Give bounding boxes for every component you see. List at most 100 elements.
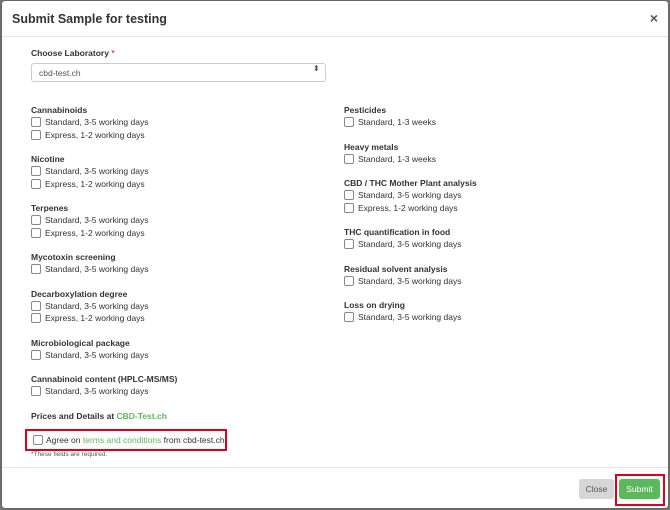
test-group-title: THC quantification in food [344, 227, 451, 237]
prices-details: Prices and Details at CBD-Test.ch [31, 411, 167, 421]
test-option-label: Standard, 3-5 working days [45, 300, 149, 311]
test-option[interactable]: Express, 1-2 working days [31, 178, 177, 192]
test-group-title: Residual solvent analysis [344, 263, 448, 274]
laboratory-selected-value: cbd-test.ch [39, 68, 81, 78]
test-group: Terpenes Standard, 3-5 working days Expres… [31, 201, 177, 240]
submit-button[interactable]: Submit [619, 479, 660, 499]
test-option-checkbox[interactable] [344, 312, 354, 322]
test-group-title: Terpenes [31, 203, 69, 213]
submit-sample-modal: Submit Sample for testing × Choose Labor… [2, 1, 668, 508]
test-option[interactable]: Standard, 3-5 working days [31, 300, 177, 314]
test-group-title: Nicotine [31, 154, 65, 164]
close-icon[interactable]: × [650, 10, 658, 26]
test-option-checkbox[interactable] [344, 117, 354, 127]
required-mark: * [111, 48, 115, 58]
right-test-column: Pesticides Standard, 1-3 weeks Heavy metal… [344, 103, 477, 335]
close-button[interactable]: Close [579, 479, 614, 499]
test-option[interactable]: Express, 1-2 working days [344, 202, 477, 216]
test-group-title: Mycotoxin screening [31, 252, 116, 262]
test-option[interactable]: Standard, 3-5 working days [31, 264, 177, 277]
test-option[interactable]: Standard, 3-5 working days [344, 312, 477, 325]
test-group: Heavy metals Standard, 1-3 weeks [344, 140, 477, 167]
test-option[interactable]: Express, 1-2 working days [31, 129, 177, 143]
test-option-label: Express, 1-2 working days [45, 313, 145, 323]
test-group-title: Cannabinoid content (HPLC-MS/MS) [31, 374, 178, 384]
test-option-checkbox[interactable] [31, 300, 41, 311]
test-option[interactable]: Standard, 3-5 working days [31, 166, 177, 179]
test-option-label: Express, 1-2 working days [358, 202, 458, 213]
test-option-label: Standard, 3-5 working days [45, 386, 149, 396]
test-option-checkbox[interactable] [31, 227, 41, 238]
test-option[interactable]: Standard, 3-5 working days [31, 117, 177, 130]
laboratory-select[interactable]: cbd-test.ch ⬍ [31, 63, 326, 82]
test-option-label: Express, 1-2 working days [45, 227, 145, 238]
agree-prefix: Agree on [46, 435, 83, 445]
test-group: Pesticides Standard, 1-3 weeks [344, 103, 477, 130]
test-option-checkbox[interactable] [31, 178, 41, 189]
test-option[interactable]: Standard, 1-3 weeks [344, 117, 477, 130]
left-test-column: Cannabinoids Standard, 3-5 working days Ex… [31, 103, 177, 409]
test-group-title: CBD / THC Mother Plant analysis [344, 178, 477, 188]
test-option-label: Standard, 3-5 working days [358, 190, 462, 200]
agree-terms-label: Agree on terms and conditions from cbd-t… [46, 435, 225, 445]
test-option-checkbox[interactable] [31, 349, 41, 360]
test-option-label: Standard, 1-3 weeks [358, 117, 436, 127]
test-option-checkbox[interactable] [31, 215, 41, 225]
agree-suffix: from cbd-test.ch [161, 435, 225, 445]
test-option[interactable]: Standard, 3-5 working days [31, 215, 177, 228]
test-option-checkbox[interactable] [31, 129, 41, 140]
test-option[interactable]: Standard, 3-5 working days [344, 190, 477, 203]
agree-terms-highlight: Agree on terms and conditions from cbd-t… [25, 429, 227, 451]
test-option-label: Standard, 3-5 working days [358, 239, 462, 249]
test-group: CBD / THC Mother Plant analysis Standard,… [344, 176, 477, 215]
test-group-title: Cannabinoids [31, 105, 88, 115]
test-group-title: Heavy metals [344, 141, 399, 152]
modal-header: Submit Sample for testing × [2, 1, 668, 37]
test-group: Loss on drying Standard, 3-5 working days [344, 298, 477, 325]
test-option-label: Standard, 1-3 weeks [358, 153, 436, 164]
laboratory-label-text: Choose Laboratory [31, 48, 109, 58]
terms-link[interactable]: terms and conditions [83, 435, 161, 445]
test-option-checkbox[interactable] [344, 202, 354, 213]
test-group-title: Microbiological package [31, 337, 130, 348]
test-option-checkbox[interactable] [31, 264, 41, 274]
test-group: Microbiological package Standard, 3-5 wor… [31, 336, 177, 363]
test-option[interactable]: Standard, 3-5 working days [31, 349, 177, 363]
test-option[interactable]: Standard, 3-5 working days [344, 239, 477, 252]
test-option-checkbox[interactable] [344, 275, 354, 286]
test-option-label: Standard, 3-5 working days [45, 166, 149, 176]
test-group-title: Loss on drying [344, 300, 405, 310]
test-option[interactable]: Express, 1-2 working days [31, 227, 177, 241]
test-option-checkbox[interactable] [344, 239, 354, 249]
test-option[interactable]: Standard, 3-5 working days [31, 386, 177, 399]
test-option-label: Express, 1-2 working days [45, 129, 145, 140]
test-option-label: Standard, 3-5 working days [45, 349, 149, 360]
test-option[interactable]: Standard, 3-5 working days [344, 275, 477, 289]
test-group: THC quantification in food Standard, 3-5 … [344, 225, 477, 252]
test-option-label: Standard, 3-5 working days [45, 264, 149, 274]
test-option-label: Express, 1-2 working days [45, 178, 145, 189]
test-option-label: Standard, 3-5 working days [358, 312, 462, 322]
agree-terms-checkbox[interactable] [33, 435, 43, 445]
test-group: Residual solvent analysis Standard, 3-5 w… [344, 262, 477, 289]
prices-prefix: Prices and Details at [31, 411, 117, 421]
test-option-checkbox[interactable] [31, 117, 41, 127]
test-option-checkbox[interactable] [344, 190, 354, 200]
test-group: Cannabinoid content (HPLC-MS/MS) Standard… [31, 372, 177, 399]
test-option-checkbox[interactable] [344, 153, 354, 164]
test-option[interactable]: Standard, 1-3 weeks [344, 153, 477, 167]
test-option-checkbox[interactable] [31, 313, 41, 323]
test-group-title: Decarboxylation degree [31, 288, 128, 299]
test-group: Nicotine Standard, 3-5 working days Expres… [31, 152, 177, 191]
test-option-checkbox[interactable] [31, 386, 41, 396]
laboratory-label: Choose Laboratory * [31, 48, 115, 58]
test-option-label: Standard, 3-5 working days [358, 275, 462, 286]
test-group: Decarboxylation degree Standard, 3-5 work… [31, 287, 177, 326]
cbd-test-link[interactable]: CBD-Test.ch [117, 411, 167, 421]
test-option-checkbox[interactable] [31, 166, 41, 176]
test-group: Cannabinoids Standard, 3-5 working days Ex… [31, 103, 177, 142]
modal-title: Submit Sample for testing [12, 12, 167, 26]
test-option-label: Standard, 3-5 working days [45, 215, 149, 225]
test-group: Mycotoxin screening Standard, 3-5 working… [31, 250, 177, 277]
test-option[interactable]: Express, 1-2 working days [31, 313, 177, 326]
